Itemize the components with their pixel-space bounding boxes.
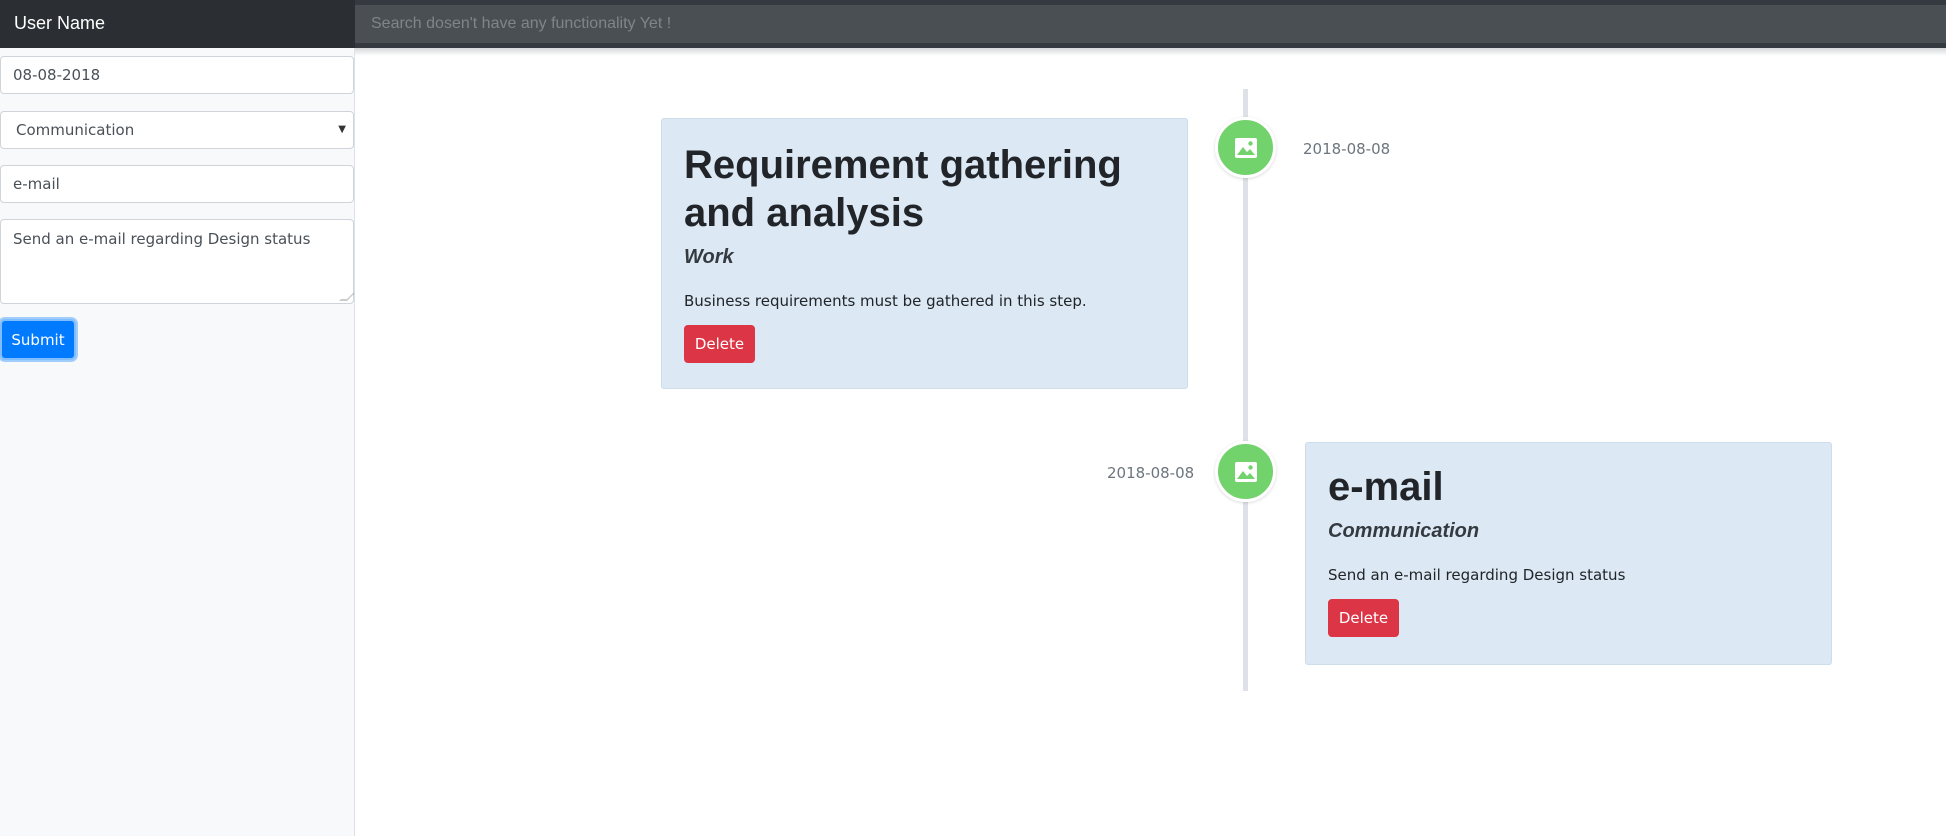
category-select[interactable]: Communication ▼ [0,111,354,149]
top-navbar: User Name [0,0,1946,48]
timeline-date: 2018-08-08 [1303,140,1391,158]
title-field[interactable]: e-mail [0,165,354,203]
navbar-shadow [355,48,1946,56]
card-description: Send an e-mail regarding Design status [1328,566,1626,584]
timeline-date: 2018-08-08 [1107,464,1195,482]
timeline-marker [1215,441,1276,502]
category-select-value: Communication [16,121,135,139]
card-category: Communication [1328,520,1480,542]
timeline-card: Requirement gathering and analysis Work … [661,118,1188,389]
submit-button[interactable]: Submit [0,319,76,360]
user-name[interactable]: User Name [0,0,355,48]
timeline-card: e-mail Communication Send an e-mail rega… [1305,442,1832,665]
sidebar-form: 08-08-2018 Communication ▼ e-mail Send a… [0,48,355,836]
search-input[interactable] [355,5,1946,43]
card-title: e-mail [1328,465,1444,509]
delete-button[interactable]: Delete [1328,599,1399,637]
card-category: Work [684,246,734,268]
description-textarea-value: Send an e-mail regarding Design status [13,230,311,248]
caret-down-icon: ▼ [338,124,346,135]
timeline-marker [1215,117,1276,178]
image-icon [1234,461,1257,482]
resize-grip-icon[interactable] [339,293,355,301]
timeline-line [1243,89,1248,691]
card-title: Requirement gathering and analysis [684,143,1122,235]
image-icon [1234,137,1257,158]
delete-button[interactable]: Delete [684,325,755,363]
card-description: Business requirements must be gathered i… [684,292,1087,310]
date-field[interactable]: 08-08-2018 [0,56,354,94]
description-textarea[interactable]: Send an e-mail regarding Design status [0,219,355,304]
